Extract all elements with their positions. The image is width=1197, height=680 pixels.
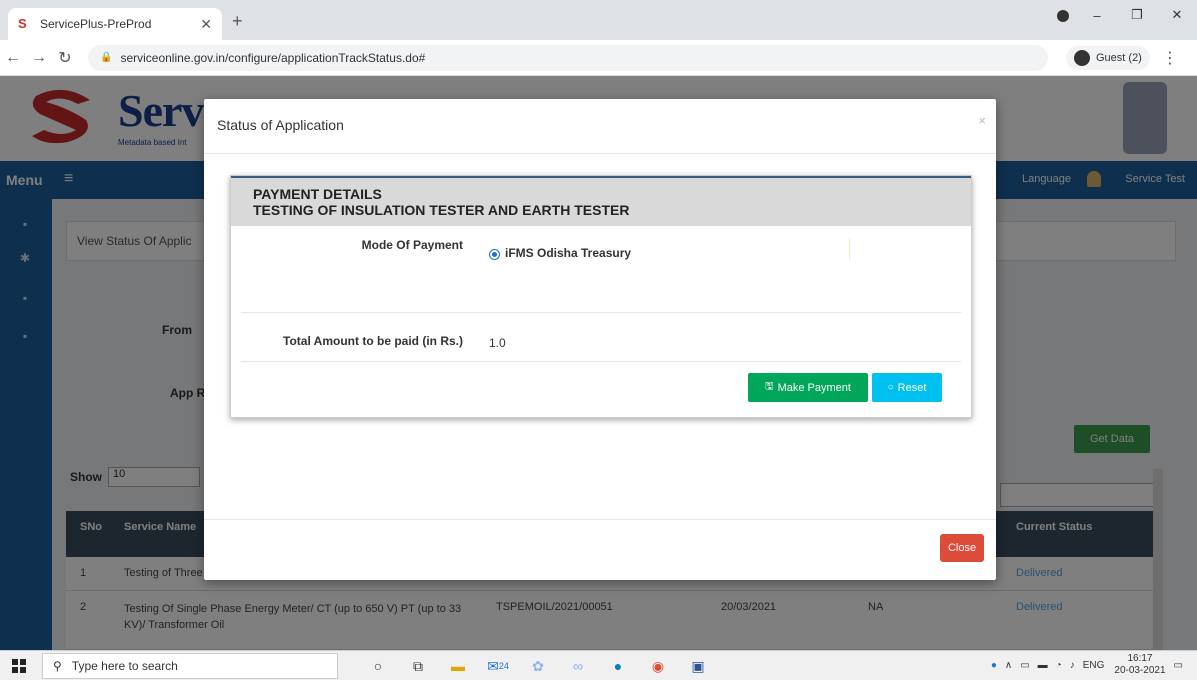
- system-tray: ● ∧ ▭ ▬ ◔ ♪ ENG 16:17 20-03-2021 ▭: [983, 653, 1183, 677]
- row-divider: [241, 361, 961, 362]
- url-input[interactable]: 🔒 serviceonline.gov.in/configure/applica…: [88, 44, 1048, 71]
- windows-start-icon[interactable]: [12, 659, 26, 673]
- panel-subtitle: TESTING OF INSULATION TESTER AND EARTH T…: [253, 202, 630, 218]
- mail-icon[interactable]: ✉ 24: [480, 654, 516, 678]
- task-view-icon[interactable]: ⧉: [400, 654, 436, 678]
- total-amount-value: 1.0: [489, 336, 506, 350]
- edge-icon[interactable]: ●: [600, 654, 636, 678]
- extension-icon[interactable]: [1057, 10, 1069, 22]
- modal-footer-divider: [204, 519, 996, 520]
- device-icon[interactable]: ▭: [1020, 660, 1029, 671]
- browser-tab[interactable]: S ServicePlus-PreProd ✕: [8, 8, 222, 40]
- serviceplus-favicon-icon: S: [18, 16, 27, 31]
- ifms-radio[interactable]: [489, 249, 500, 260]
- status-modal: Status of Application × PAYMENT DETAILS …: [204, 99, 996, 580]
- tab-close-icon[interactable]: ✕: [200, 16, 212, 33]
- show-hidden-icons-icon[interactable]: ∧: [1005, 660, 1012, 671]
- help-icon[interactable]: ●: [991, 660, 997, 671]
- profile-label: Guest (2): [1096, 51, 1142, 64]
- clock-date: 20-03-2021: [1114, 665, 1166, 676]
- reload-icon[interactable]: ↻: [52, 48, 78, 68]
- search-icon: ⚲: [53, 659, 62, 673]
- clock[interactable]: 16:17 20-03-2021: [1114, 653, 1165, 677]
- clock-time: 16:17: [1127, 653, 1153, 664]
- url-text: serviceonline.gov.in/configure/applicati…: [120, 50, 426, 65]
- mode-of-payment-label: Mode Of Payment: [361, 238, 463, 252]
- tab-title: ServicePlus-PreProd: [40, 17, 152, 31]
- make-payment-label: Make Payment: [777, 381, 851, 394]
- reset-label: Reset: [897, 381, 927, 394]
- reset-icon: ○: [887, 382, 894, 393]
- reset-button[interactable]: ○ Reset: [872, 373, 942, 402]
- back-icon[interactable]: ←: [0, 49, 26, 67]
- lock-icon: 🔒: [100, 52, 113, 63]
- total-amount-label: Total Amount to be paid (in Rs.): [283, 334, 463, 348]
- notifications-icon[interactable]: ▭: [1174, 660, 1183, 671]
- cortana-icon[interactable]: ○: [360, 654, 396, 678]
- word-icon[interactable]: ▣: [680, 654, 716, 678]
- row-divider: [241, 312, 961, 313]
- profile-button[interactable]: Guest (2): [1066, 45, 1150, 70]
- modal-close-icon[interactable]: ×: [978, 113, 986, 128]
- make-payment-button[interactable]: 🖫 Make Payment: [748, 373, 868, 402]
- guest-avatar-icon: [1074, 49, 1090, 66]
- payment-panel: PAYMENT DETAILS TESTING OF INSULATION TE…: [230, 175, 972, 418]
- file-explorer-icon[interactable]: ▬: [440, 654, 476, 678]
- save-icon: 🖫: [765, 381, 774, 392]
- taskbar-search-placeholder: Type here to search: [71, 659, 178, 673]
- volume-icon[interactable]: ♪: [1070, 660, 1075, 671]
- minimize-icon[interactable]: –: [1077, 8, 1117, 23]
- modal-divider: [204, 153, 996, 154]
- restore-icon[interactable]: ❐: [1117, 7, 1157, 23]
- mail-badge: 24: [498, 661, 509, 671]
- modal-title: Status of Application: [217, 117, 344, 133]
- ifms-radio-label[interactable]: iFMS Odisha Treasury: [505, 246, 631, 260]
- close-label: Close: [947, 542, 977, 554]
- window-controls: – ❐ ✕: [1077, 0, 1197, 30]
- chrome-icon[interactable]: ◉: [640, 654, 676, 678]
- language-indicator[interactable]: ENG: [1083, 660, 1105, 671]
- battery-icon[interactable]: ▬: [1038, 660, 1048, 671]
- new-tab-icon[interactable]: +: [232, 11, 243, 32]
- network-icon[interactable]: ◔: [1056, 660, 1062, 671]
- window-close-icon[interactable]: ✕: [1157, 7, 1197, 23]
- taskbar-search-input[interactable]: ⚲ Type here to search: [42, 653, 338, 679]
- app-icon[interactable]: ✿: [520, 654, 556, 678]
- browser-menu-icon[interactable]: ⋮: [1162, 48, 1178, 68]
- infinity-app-icon[interactable]: ∞: [560, 654, 596, 678]
- browser-tab-strip: S ServicePlus-PreProd ✕ + – ❐ ✕: [0, 0, 1197, 40]
- address-bar: ← → ↻ 🔒 serviceonline.gov.in/configure/a…: [0, 40, 1197, 76]
- taskbar: ⚲ Type here to search ○ ⧉ ▬ ✉ 24 ✿ ∞ ● ◉ …: [0, 650, 1197, 680]
- forward-icon[interactable]: →: [26, 49, 52, 67]
- field-divider: [849, 238, 850, 260]
- payment-panel-header: PAYMENT DETAILS TESTING OF INSULATION TE…: [231, 176, 971, 226]
- close-button[interactable]: Close: [940, 534, 984, 562]
- taskbar-apps: ○ ⧉ ▬ ✉ 24 ✿ ∞ ● ◉ ▣: [360, 654, 720, 678]
- panel-title: PAYMENT DETAILS: [253, 186, 382, 202]
